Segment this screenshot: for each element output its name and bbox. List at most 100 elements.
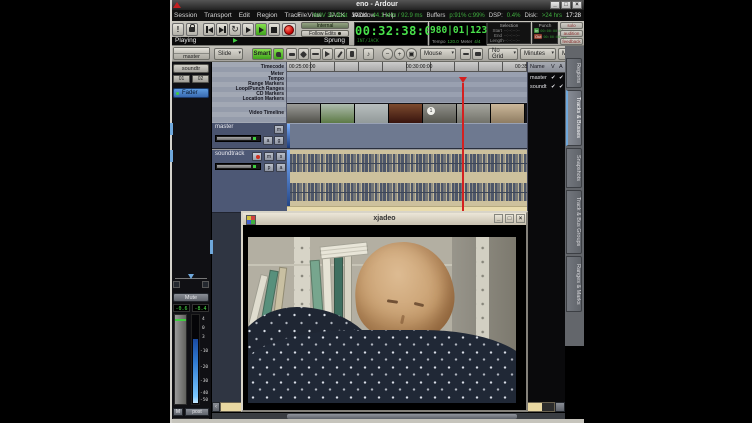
- smart-mode-toggle[interactable]: Smart: [252, 48, 272, 60]
- zoom-in-button[interactable]: +: [394, 48, 405, 60]
- follow-edits-button[interactable]: Follow Edits: [301, 30, 349, 37]
- feedback-button[interactable]: feedback: [560, 38, 583, 45]
- range-tool-button[interactable]: [286, 48, 297, 60]
- selection-length-value[interactable]: --:--:--:--: [504, 38, 520, 43]
- punch-in-button[interactable]: In: [534, 28, 539, 33]
- mixer-route-button[interactable]: soundtr: [173, 64, 209, 73]
- stretch-tool-button[interactable]: [310, 48, 321, 60]
- active-checkbox[interactable]: ✔: [559, 84, 564, 90]
- expand-tracks-button[interactable]: [472, 48, 483, 60]
- soundtrack-audio-region[interactable]: [287, 150, 527, 213]
- menu-region[interactable]: Region: [257, 12, 278, 19]
- menu-transport[interactable]: Transport: [204, 12, 232, 19]
- xjadeo-minimize-button[interactable]: _: [494, 214, 503, 223]
- soundtrack-a-button[interactable]: a: [276, 163, 286, 172]
- tempo-value[interactable]: 120.0: [448, 39, 459, 44]
- tab-snapshots[interactable]: Snapshots: [566, 148, 582, 188]
- tab-ranges-marks[interactable]: Ranges & Marks: [566, 256, 582, 312]
- master-track-header[interactable]: master m a g: [212, 123, 287, 149]
- peak-display[interactable]: -8.4: [192, 304, 209, 312]
- soundtrack-track-name[interactable]: soundtrack: [215, 151, 244, 157]
- goto-start-button[interactable]: [203, 23, 215, 36]
- play-range-button[interactable]: [242, 23, 254, 36]
- pane-handle[interactable]: [170, 150, 173, 162]
- visible-checkbox[interactable]: ✔: [551, 75, 559, 81]
- tab-regions[interactable]: Regions: [566, 58, 582, 88]
- metering-button[interactable]: M: [173, 408, 183, 416]
- xjadeo-titlebar[interactable]: xjadeo _ □ ×: [243, 213, 526, 225]
- pane-handle[interactable]: [210, 240, 213, 254]
- column-active[interactable]: A: [559, 64, 563, 70]
- note-tool-button[interactable]: ♪: [363, 48, 374, 60]
- region-start-edge[interactable]: [287, 124, 290, 148]
- column-name[interactable]: Name: [528, 64, 551, 70]
- ruler-label-location-markers[interactable]: Location Markers: [243, 97, 284, 102]
- soundtrack-p-button[interactable]: p: [264, 163, 274, 172]
- stop-button[interactable]: [268, 23, 280, 36]
- primary-clock[interactable]: 00:32:38:08 INT/JACK: [354, 22, 428, 46]
- gain-fader[interactable]: [174, 314, 187, 405]
- master-g-button[interactable]: g: [274, 136, 284, 145]
- gain-display[interactable]: -0.6: [173, 304, 190, 312]
- edit-mode-select[interactable]: Slide: [214, 48, 243, 60]
- ardour-titlebar[interactable]: eno - Ardour _ □ ×: [170, 0, 584, 10]
- mixer-input1-button[interactable]: 01: [173, 75, 190, 83]
- marker-rulers[interactable]: [287, 72, 527, 103]
- midi-panic-button[interactable]: !: [172, 23, 184, 36]
- soundtrack-record-arm-button[interactable]: [252, 152, 262, 161]
- menu-edit[interactable]: Edit: [239, 12, 250, 19]
- audition-tool-button[interactable]: [322, 48, 333, 60]
- solo-button[interactable]: solo: [560, 22, 583, 29]
- processor-active-led[interactable]: [176, 92, 179, 95]
- shrink-tracks-button[interactable]: [460, 48, 471, 60]
- record-button[interactable]: [282, 23, 296, 36]
- xjadeo-close-button[interactable]: ×: [516, 214, 525, 223]
- draw-tool-button[interactable]: [334, 48, 345, 60]
- soundtrack-gain-slider[interactable]: [215, 163, 261, 170]
- lock-button[interactable]: [186, 23, 198, 36]
- soundtrack-solo-button[interactable]: s: [276, 152, 286, 161]
- loop-button[interactable]: ↻: [229, 23, 241, 36]
- grid-mode-select[interactable]: No Grid: [488, 48, 518, 60]
- gain-fader-handle[interactable]: [175, 319, 186, 321]
- active-checkbox[interactable]: ✔: [559, 75, 564, 81]
- ruler-label-video-timeline[interactable]: Video Timeline: [249, 111, 284, 116]
- timecode-ruler[interactable]: 00:25:00:00 00:30:00:00 00:35:00: [287, 62, 527, 72]
- summary-scroll-left-button[interactable]: ‹: [212, 402, 220, 412]
- meter-point-button[interactable]: post: [185, 408, 209, 416]
- pan-left-box[interactable]: [173, 281, 180, 288]
- master-track-name[interactable]: master: [215, 124, 233, 130]
- mute-button[interactable]: Mute: [173, 293, 209, 302]
- maximize-button[interactable]: □: [561, 1, 571, 9]
- monitor-section-button[interactable]: master: [173, 47, 210, 60]
- master-gain-slider[interactable]: [215, 135, 261, 142]
- punch-out-button[interactable]: Out: [534, 34, 542, 39]
- tab-tracks-busses[interactable]: Tracks & Busses: [566, 90, 582, 146]
- ruler-label-timecode[interactable]: Timecode: [261, 65, 284, 70]
- soundtrack-track-header[interactable]: soundtrack m s p a g: [212, 150, 287, 213]
- soundtrack-mute-button[interactable]: m: [264, 152, 274, 161]
- close-button[interactable]: ×: [572, 1, 582, 9]
- master-track-region[interactable]: [287, 123, 527, 149]
- sync-internal-button[interactable]: Internal: [301, 22, 349, 29]
- processor-fader-entry[interactable]: Fader: [173, 88, 209, 98]
- goto-end-button[interactable]: [216, 23, 228, 36]
- xjadeo-maximize-button[interactable]: □: [505, 214, 514, 223]
- cut-tool-button[interactable]: [298, 48, 309, 60]
- secondary-clock[interactable]: 980|01|1233 Tempo 120.0 Meter 4/4: [429, 22, 487, 46]
- menu-session[interactable]: Session: [174, 12, 197, 19]
- zoom-out-button[interactable]: −: [382, 48, 393, 60]
- horizontal-scrollbar[interactable]: [212, 412, 565, 419]
- visible-checkbox[interactable]: ✔: [551, 84, 559, 90]
- zoom-focus-select[interactable]: Mouse: [420, 48, 456, 60]
- playhead-line[interactable]: [462, 83, 464, 213]
- video-timeline-row[interactable]: 1: [287, 103, 527, 123]
- pan-right-box[interactable]: [202, 281, 209, 288]
- summary-scroll-right-button[interactable]: [555, 402, 565, 412]
- track-list-row[interactable]: master ✔ ✔: [528, 73, 565, 82]
- play-button[interactable]: [255, 23, 267, 36]
- xjadeo-window[interactable]: xjadeo _ □ ×: [241, 211, 528, 412]
- audition-button[interactable]: audition: [560, 30, 583, 37]
- grab-tool-button[interactable]: [273, 48, 284, 60]
- edit-internal-tool-button[interactable]: [346, 48, 357, 60]
